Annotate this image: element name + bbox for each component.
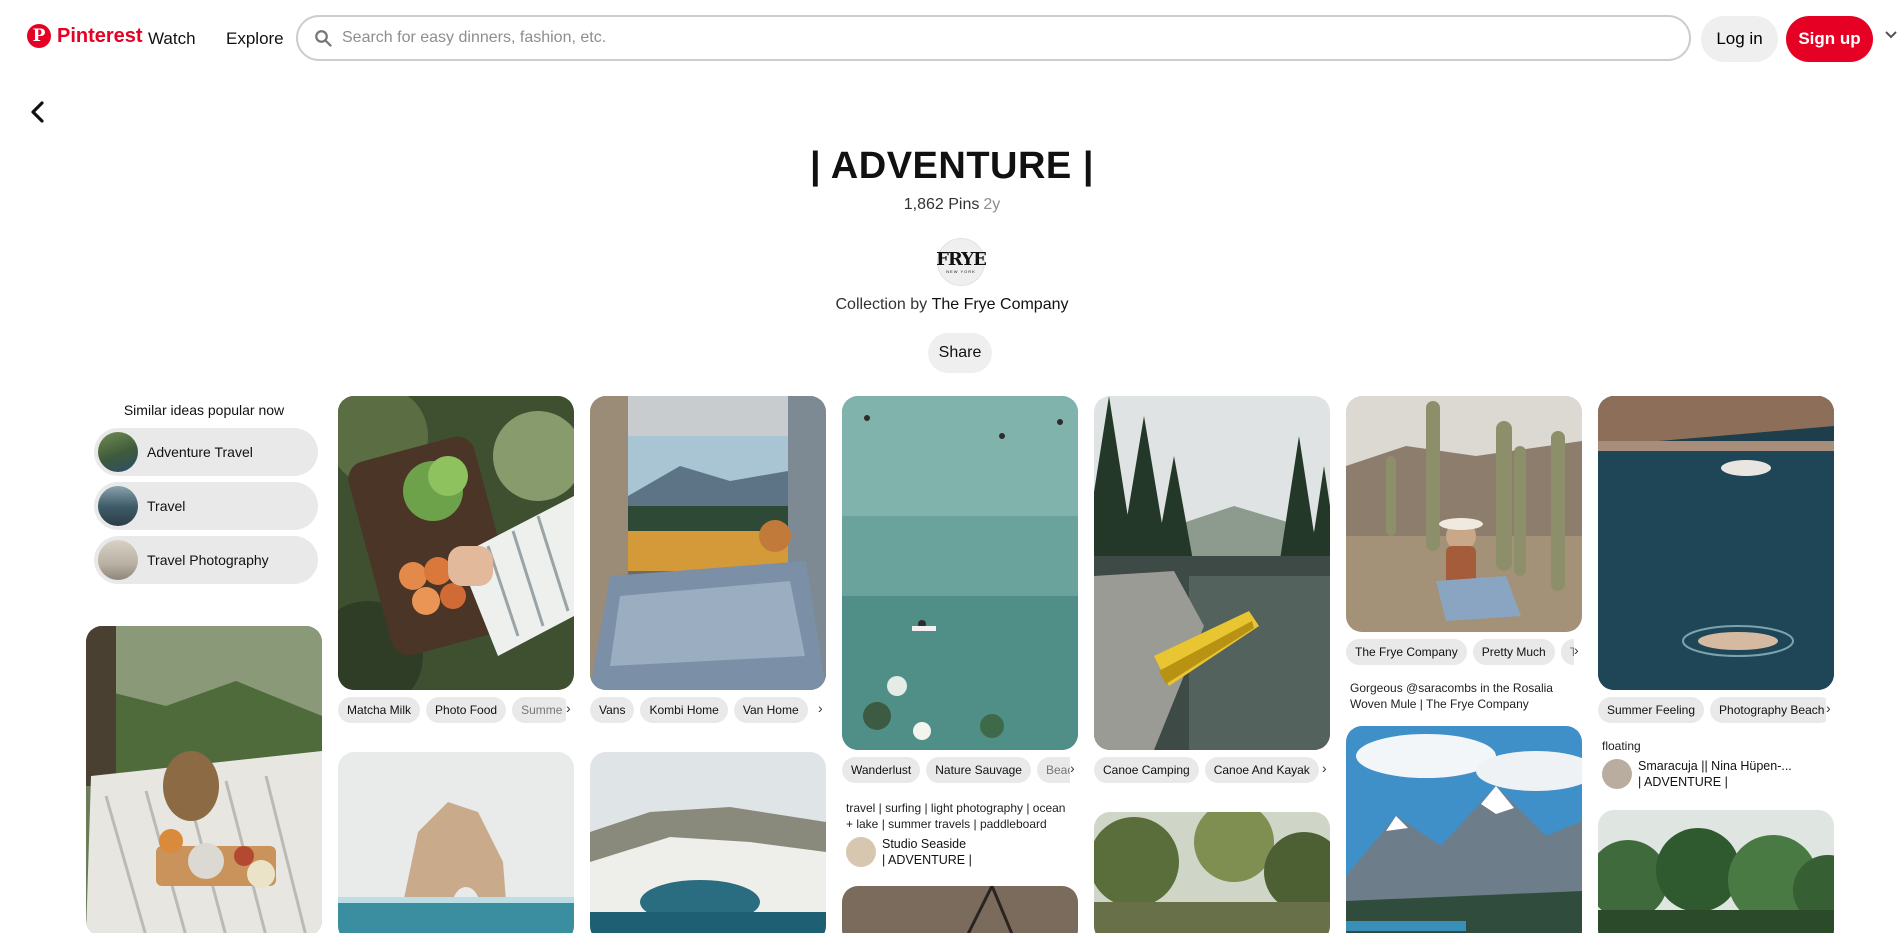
similar-chip-travel[interactable]: Travel — [94, 482, 318, 530]
pinterest-logo[interactable]: P Pinterest — [27, 24, 143, 48]
tags-next-icon[interactable]: › — [1574, 642, 1579, 658]
tags-next-icon[interactable]: › — [1826, 700, 1831, 716]
collection-prefix: Collection by — [835, 296, 928, 313]
pin-trees[interactable] — [1598, 810, 1834, 933]
similar-ideas-title: Similar ideas popular now — [123, 402, 285, 418]
board-title: | ADVENTURE | — [810, 145, 1094, 187]
tags-next-icon[interactable]: › — [566, 700, 571, 716]
chip-label: Adventure Travel — [147, 444, 253, 460]
owner-avatar[interactable]: FRYE NEW YORK — [936, 238, 987, 286]
pin-image — [842, 396, 1078, 750]
tags-next-icon[interactable]: › — [818, 700, 823, 716]
search-icon — [315, 30, 332, 47]
back-arrow-icon[interactable] — [28, 100, 48, 124]
pin-canoe[interactable] — [1094, 396, 1330, 750]
pin-image — [1346, 726, 1582, 933]
tag-chip[interactable]: Canoe And Kayak — [1204, 757, 1319, 783]
pin-picnic[interactable] — [86, 626, 322, 933]
pin-mountains[interactable] — [1346, 726, 1582, 933]
pin-surf[interactable] — [842, 396, 1078, 750]
tag-chip[interactable]: Kombi Home — [640, 697, 728, 723]
pin-matcha[interactable] — [338, 396, 574, 690]
chip-label: Travel Photography — [147, 552, 269, 568]
pin-swim[interactable] — [1598, 396, 1834, 690]
pin-description: floating — [1602, 739, 1641, 753]
author-name: Studio Seaside — [882, 837, 967, 851]
board-age: 2y — [983, 196, 1001, 213]
tag-chip[interactable]: Summer Feeling — [1598, 697, 1705, 723]
pin-description: travel | surfing | light photography | o… — [846, 801, 1066, 831]
chip-label: Travel — [147, 498, 186, 514]
signup-button[interactable]: Sign up — [1786, 16, 1873, 62]
tag-chip[interactable]: Matcha Milk — [338, 697, 421, 723]
login-button[interactable]: Log in — [1701, 16, 1778, 62]
chip-thumbnail — [98, 486, 138, 526]
pin-image — [590, 752, 826, 933]
nav-watch[interactable]: Watch — [148, 29, 196, 49]
pin-forest[interactable] — [1094, 812, 1330, 933]
pin-image — [1094, 812, 1330, 933]
tags-next-icon[interactable]: › — [1070, 760, 1075, 776]
pin-white-cliffs[interactable] — [590, 752, 826, 933]
pinterest-p-icon: P — [27, 24, 51, 48]
pin-tags: The Frye Company Pretty Much T — [1346, 639, 1574, 665]
similar-chip-adventure-travel[interactable]: Adventure Travel — [94, 428, 318, 476]
pin-tags: Summer Feeling Photography Beach — [1598, 697, 1826, 723]
share-button[interactable]: Share — [928, 333, 992, 373]
pin-count: 1,862 Pins — [903, 196, 980, 213]
tag-chip[interactable]: Wanderlust — [842, 757, 921, 783]
tag-chip[interactable]: Nature Sauvage — [926, 757, 1031, 783]
chevron-down-icon[interactable] — [1884, 30, 1898, 40]
board-meta: 1,862 Pins 2y — [0, 196, 1904, 214]
pin-tags: Canoe Camping Canoe And Kayak — [1094, 757, 1322, 783]
tag-chip[interactable]: Photo Food — [426, 697, 507, 723]
pin-image — [338, 752, 574, 933]
author-name: Smaracuja || Nina Hüpen-... — [1638, 759, 1792, 773]
author-board: | ADVENTURE | — [882, 853, 972, 867]
avatar-logo-text: FRYE — [936, 248, 987, 270]
pin-sea-arch[interactable] — [338, 752, 574, 933]
tag-chip[interactable]: Summe — [512, 697, 566, 723]
pin-image — [1598, 396, 1834, 690]
pin-van[interactable] — [590, 396, 826, 690]
tag-chip[interactable]: Photography Beach — [1710, 697, 1826, 723]
logo-text: Pinterest — [57, 24, 143, 47]
tag-chip[interactable]: Beac — [1036, 757, 1070, 783]
search-bar[interactable] — [296, 15, 1691, 61]
nav-explore[interactable]: Explore — [226, 29, 284, 49]
chip-thumbnail — [98, 432, 138, 472]
tag-chip[interactable]: Pretty Much — [1472, 639, 1555, 665]
tag-chip[interactable]: Vans — [590, 697, 635, 723]
tags-next-icon[interactable]: › — [1322, 760, 1327, 776]
collection-by: Collection by The Frye Company — [0, 296, 1904, 314]
pin-image — [842, 886, 1078, 933]
author-avatar — [1602, 759, 1632, 789]
search-input[interactable] — [342, 29, 1642, 47]
author-avatar — [846, 837, 876, 867]
pin-image — [1346, 396, 1582, 632]
pin-cactus[interactable] — [1346, 396, 1582, 632]
tag-chip[interactable]: The Frye Company — [1346, 639, 1467, 665]
tag-chip[interactable]: Canoe Camping — [1094, 757, 1199, 783]
pin-tags: Wanderlust Nature Sauvage Beac — [842, 757, 1070, 783]
tag-chip[interactable]: Van Home — [733, 697, 808, 723]
pin-sailboat[interactable] — [842, 886, 1078, 933]
chip-thumbnail — [98, 540, 138, 580]
pin-author[interactable]: Smaracuja || Nina Hüpen-... | ADVENTURE | — [1602, 758, 1792, 790]
pin-image — [590, 396, 826, 690]
pin-tags: Vans Kombi Home Van Home — [590, 697, 818, 723]
pin-image — [1094, 396, 1330, 750]
tag-chip[interactable]: T — [1560, 639, 1574, 665]
pin-image — [86, 626, 322, 933]
pin-tags: Matcha Milk Photo Food Summe — [338, 697, 566, 723]
similar-chip-travel-photography[interactable]: Travel Photography — [94, 536, 318, 584]
pin-description: Gorgeous @saracombs in the Rosalia Woven… — [1350, 681, 1553, 711]
pin-image — [1598, 810, 1834, 933]
owner-name[interactable]: The Frye Company — [932, 296, 1069, 313]
top-nav: P Pinterest Watch Explore Log in Sign up — [0, 0, 1904, 78]
pin-author[interactable]: Studio Seaside | ADVENTURE | — [846, 836, 972, 868]
avatar-logo-subtext: NEW YORK — [946, 268, 976, 274]
pin-image — [338, 396, 574, 690]
author-board: | ADVENTURE | — [1638, 775, 1728, 789]
